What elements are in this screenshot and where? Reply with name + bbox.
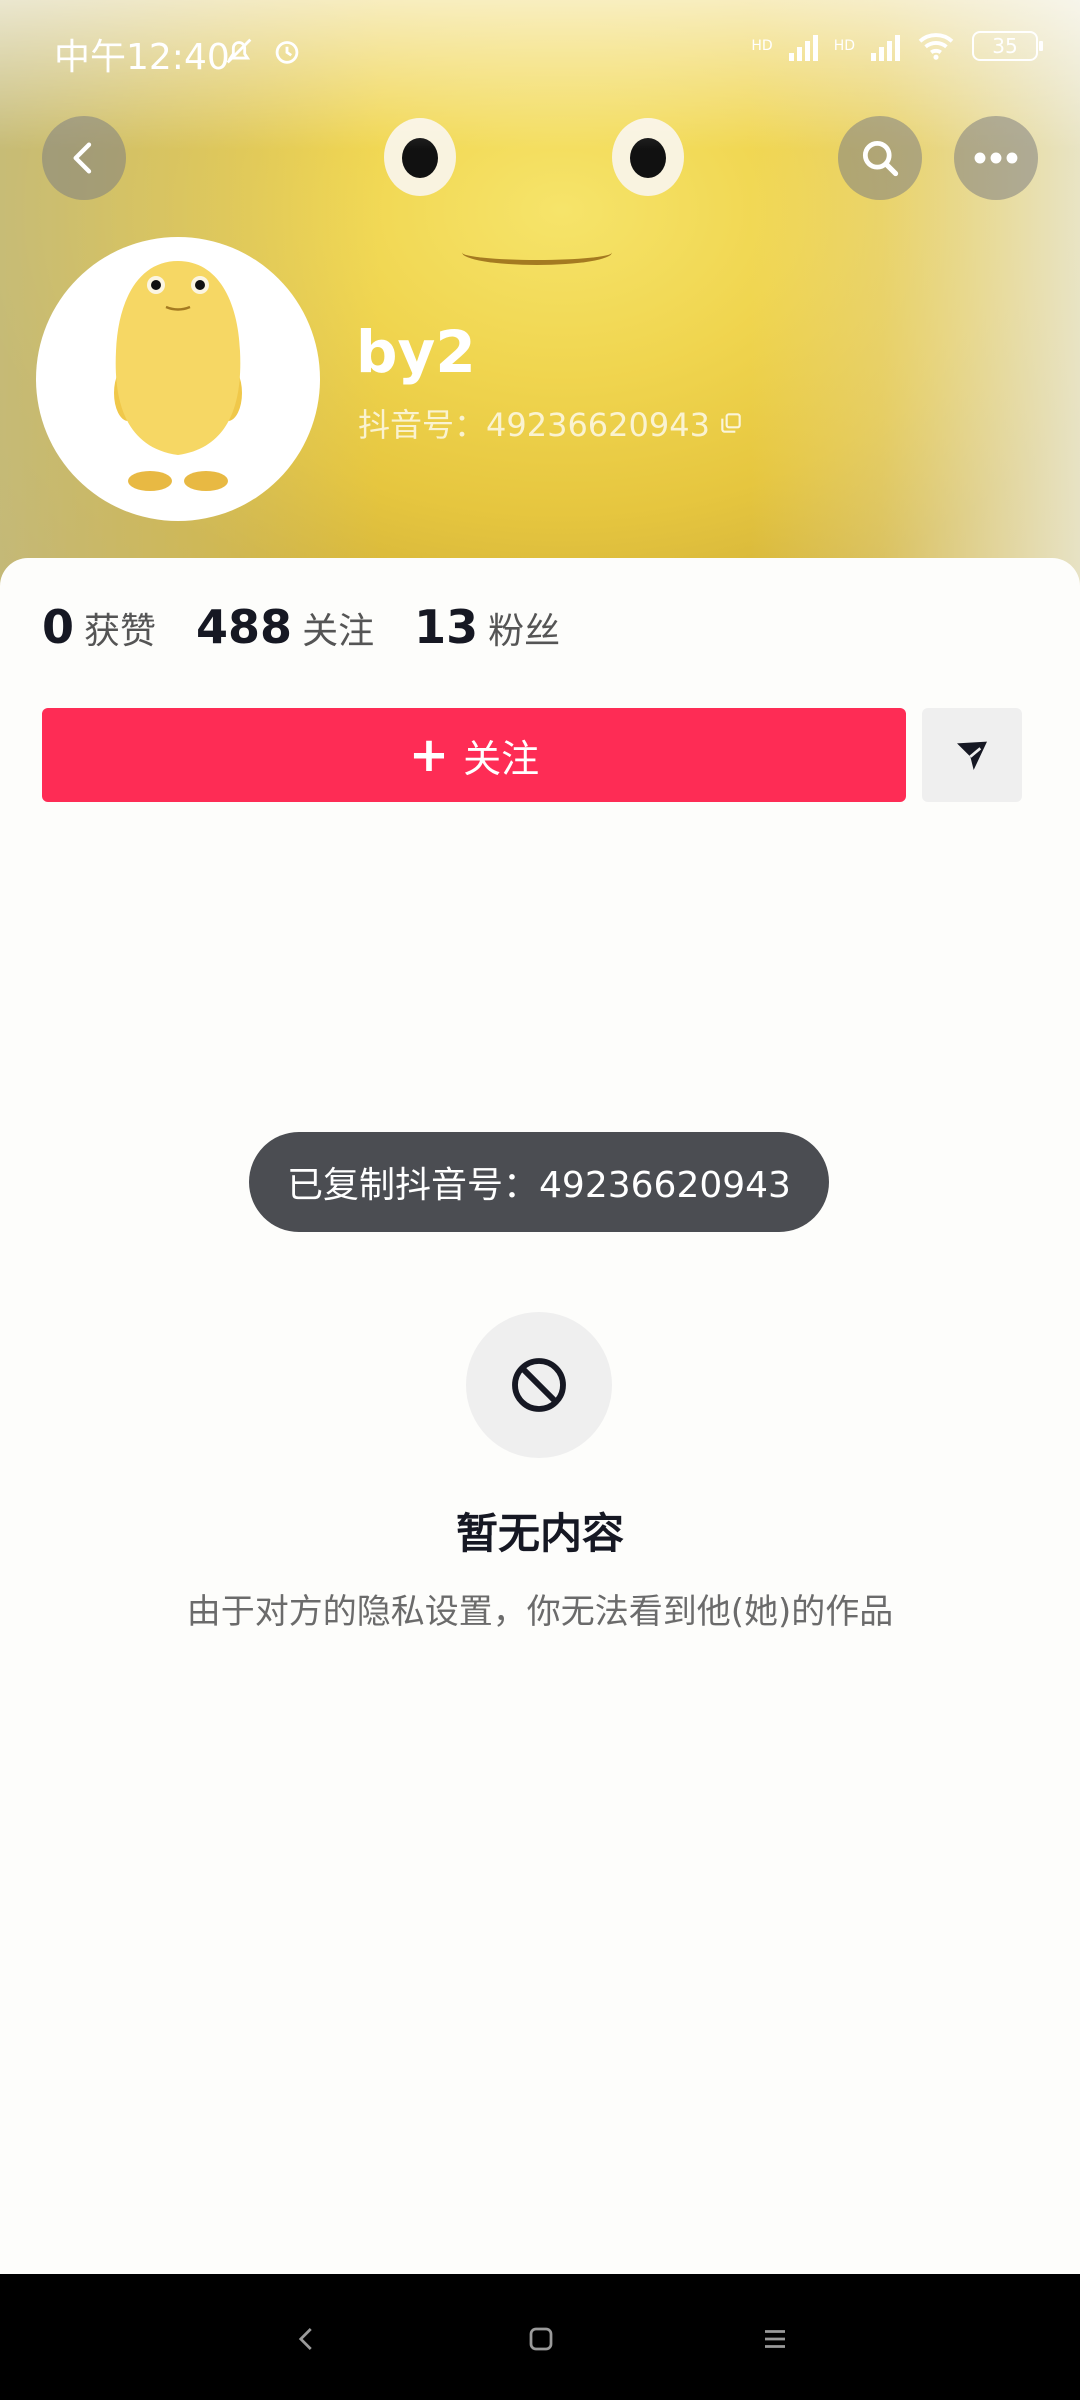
empty-state-description: 由于对方的隐私设置，你无法看到他(她)的作品 (186, 1592, 894, 1632)
douyin-id[interactable]: 抖音号：49236620943 (358, 400, 744, 446)
stat-followers[interactable]: 13 粉丝 (414, 600, 560, 654)
avatar[interactable] (42, 243, 314, 515)
nav-home-button[interactable] (506, 2304, 576, 2374)
douyin-id-text: 抖音号：49236620943 (358, 406, 710, 444)
nav-menu-icon (765, 2330, 785, 2348)
nav-back-button[interactable] (272, 2304, 342, 2374)
status-time: 中午12:40 (54, 37, 230, 78)
status-bar: 中午12:40 HD HD 35 (0, 0, 1080, 100)
toast-message: 已复制抖音号：49236620943 (249, 1132, 829, 1232)
copy-icon[interactable] (718, 410, 744, 436)
signal-icon-2 (871, 31, 900, 61)
avatar-character-image (42, 243, 314, 515)
stat-likes[interactable]: 0 获赞 (42, 600, 156, 654)
follow-button-label: 关注 (463, 736, 540, 781)
send-icon (957, 741, 987, 770)
mute-bell-icon (226, 38, 252, 64)
stat-followers-value: 13 (414, 600, 479, 654)
profile-stats: 0 获赞 488 关注 13 粉丝 (42, 600, 560, 654)
prohibited-icon (512, 1358, 566, 1412)
status-right-icons: HD HD 35 (751, 30, 1043, 62)
send-message-button[interactable] (922, 708, 1022, 802)
search-icon (862, 140, 899, 177)
nav-back-icon (298, 2328, 312, 2350)
stat-followers-label: 粉丝 (488, 611, 561, 652)
profile-name: by2 (356, 318, 476, 386)
empty-state-title: 暂无内容 (455, 1509, 624, 1558)
stat-following-label: 关注 (302, 611, 375, 652)
alarm-icon (275, 41, 299, 64)
empty-state-icon-circle (466, 1312, 612, 1458)
back-button[interactable] (42, 116, 126, 200)
nav-recents-button[interactable] (740, 2304, 810, 2374)
follow-button[interactable]: + 关注 (42, 708, 906, 802)
more-dots-icon (974, 152, 1018, 164)
search-button[interactable] (838, 116, 922, 200)
stat-likes-label: 获赞 (84, 611, 157, 652)
toast-text: 已复制抖音号：49236620943 (287, 1165, 791, 1206)
wifi-icon (918, 33, 954, 60)
stat-following-value: 488 (196, 600, 293, 654)
stat-following[interactable]: 488 关注 (196, 600, 374, 654)
plus-icon: + (408, 727, 450, 783)
chevron-left-icon (73, 142, 92, 174)
stat-likes-value: 0 (42, 600, 75, 654)
nav-home-icon (529, 2327, 553, 2351)
more-button[interactable] (954, 116, 1038, 200)
background-mouth (462, 240, 612, 265)
signal-icon (788, 31, 818, 61)
hd-label-2: HD (833, 38, 855, 54)
hd-label-1: HD (751, 38, 773, 54)
status-left-icons (222, 30, 304, 68)
battery-icon: 35 (972, 31, 1043, 61)
system-navigation-bar (0, 2274, 1080, 2400)
